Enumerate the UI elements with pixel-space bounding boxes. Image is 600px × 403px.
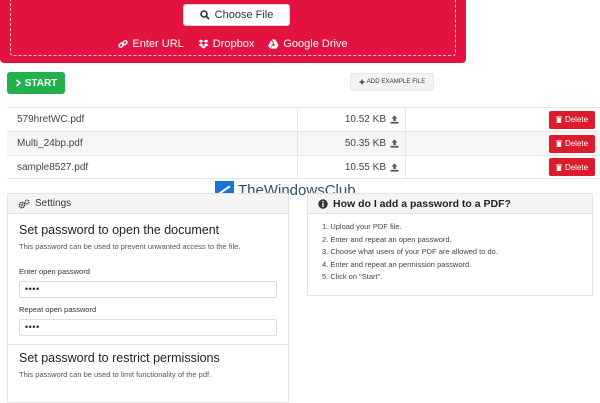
restrict-permissions-title: Set password to restrict permissions: [19, 351, 220, 365]
settings-header: Settings: [8, 194, 288, 214]
gears-icon: [18, 198, 30, 208]
file-size: 50.35 KB: [344, 138, 386, 149]
start-label: START: [24, 77, 58, 89]
delete-label: Delete: [564, 162, 589, 172]
google-drive-link[interactable]: Google Drive: [268, 38, 348, 50]
enter-url-link[interactable]: Enter URL: [118, 38, 184, 50]
upload-dropzone[interactable]: Choose File Enter URL Dropbox Google Dri…: [0, 0, 466, 63]
settings-panel: Settings Set password to open the docume…: [7, 193, 289, 403]
file-size-cell: 50.35 KB: [298, 132, 406, 155]
trash-icon: [555, 116, 562, 123]
file-size-cell: 10.52 KB: [298, 108, 406, 131]
dropbox-label: Dropbox: [212, 38, 255, 50]
delete-button[interactable]: Delete: [549, 158, 595, 176]
howto-steps: 1. Upload your PDF file. 2. Enter and re…: [308, 214, 592, 284]
repeat-open-password-input[interactable]: ••••: [19, 319, 277, 336]
file-size-cell: 10.55 KB: [298, 156, 406, 178]
file-action-cell: Delete: [406, 132, 600, 155]
howto-step: 5. Click on "Start".: [322, 272, 383, 281]
file-size: 10.52 KB: [344, 114, 386, 125]
trash-icon: [555, 140, 562, 147]
howto-step: 2. Enter and repeat an open password.: [322, 234, 452, 244]
delete-button[interactable]: Delete: [549, 110, 595, 129]
upload-icon: [390, 115, 399, 124]
enter-open-password-label: Enter open password: [19, 267, 90, 276]
file-name: 579hretWC.pdf: [7, 108, 298, 131]
delete-button[interactable]: Delete: [549, 134, 595, 153]
chevron-right-icon: [15, 79, 21, 87]
restrict-permissions-description: This password can be used to limit funct…: [19, 370, 212, 379]
open-password-title: Set password to open the document: [19, 223, 220, 237]
upload-sources: Enter URL Dropbox Google Drive: [0, 38, 466, 50]
delete-label: Delete: [564, 115, 589, 124]
dropbox-link[interactable]: Dropbox: [198, 38, 255, 50]
howto-step: 1. Upload your PDF file.: [322, 222, 402, 231]
file-list: 579hretWC.pdf 10.52 KB Delete Multi_24bp…: [7, 107, 600, 179]
search-icon: [199, 10, 210, 20]
file-row: Multi_24bp.pdf 50.35 KB Delete: [7, 131, 600, 155]
plus-icon: [359, 79, 365, 85]
settings-title: Settings: [35, 198, 72, 209]
dropbox-icon: [198, 39, 209, 49]
add-example-file-label: ADD EXAMPLE FILE: [366, 79, 426, 85]
choose-file-label: Choose File: [214, 9, 274, 21]
upload-icon: [390, 163, 399, 172]
howto-step: 4. Enter and repeat an permission passwo…: [322, 259, 472, 269]
howto-step: 3. Choose what users of your PDF are all…: [322, 247, 498, 256]
file-name: Multi_24bp.pdf: [7, 132, 298, 155]
google-drive-icon: [268, 39, 279, 49]
howto-title: How do I add a password to a PDF?: [333, 197, 511, 210]
open-password-input[interactable]: ••••: [19, 281, 277, 298]
file-row: 579hretWC.pdf 10.52 KB Delete: [7, 107, 600, 131]
add-example-file-button[interactable]: ADD EXAMPLE FILE: [350, 73, 434, 91]
file-name: sample8527.pdf: [7, 156, 298, 178]
info-circle-icon: [318, 198, 328, 209]
file-row: sample8527.pdf 10.55 KB Delete: [7, 155, 600, 179]
choose-file-button[interactable]: Choose File: [183, 4, 290, 26]
repeat-open-password-label: Repeat open password: [19, 305, 97, 314]
upload-icon: [390, 139, 399, 148]
trash-icon: [555, 164, 562, 171]
howto-header: How do I add a password to a PDF?: [308, 194, 592, 214]
howto-panel: How do I add a password to a PDF? 1. Upl…: [307, 193, 593, 296]
delete-label: Delete: [564, 139, 589, 148]
start-button[interactable]: START: [7, 72, 65, 94]
link-icon: [118, 40, 129, 48]
google-drive-label: Google Drive: [283, 38, 348, 50]
file-action-cell: Delete: [406, 108, 600, 131]
file-action-cell: Delete: [406, 156, 600, 178]
file-size: 10.55 KB: [344, 161, 386, 173]
enter-url-label: Enter URL: [132, 38, 184, 50]
open-password-description: This password can be used to prevent unw…: [19, 242, 241, 251]
